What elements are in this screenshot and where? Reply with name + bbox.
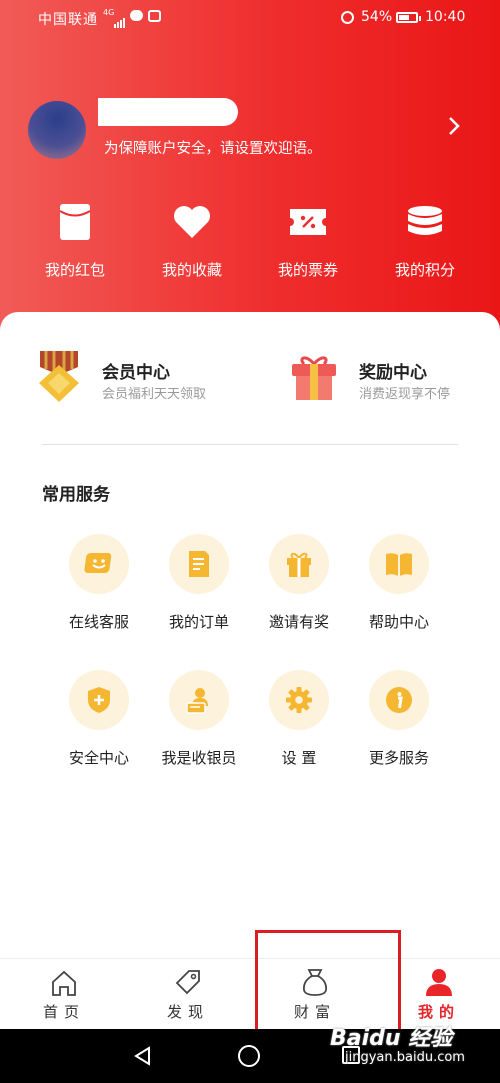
alarm-icon	[341, 11, 354, 24]
service-online-support[interactable]: 在线客服	[49, 534, 149, 632]
back-icon[interactable]	[133, 1046, 153, 1066]
person-icon	[426, 969, 452, 996]
service-label: 安全中心	[68, 749, 129, 767]
tag-icon	[175, 970, 200, 995]
red-envelope-icon	[59, 204, 91, 240]
watermark-url: jingyan.baidu.com	[345, 1050, 465, 1065]
watermark-brand: Baidu 经验	[330, 1026, 453, 1051]
order-icon	[189, 551, 209, 577]
quick-action-red-envelope[interactable]: 我的红包	[20, 200, 130, 280]
service-security-center[interactable]: 安全中心	[49, 670, 149, 768]
carrier-name: 中国联通	[38, 12, 98, 28]
chat-icon	[84, 553, 112, 573]
avatar[interactable]	[28, 101, 86, 159]
reward-center-title: 奖励中心	[359, 363, 427, 383]
battery-icon	[396, 12, 421, 23]
notification-icon	[148, 10, 161, 22]
info-icon	[386, 687, 412, 713]
chevron-right-icon[interactable]	[446, 114, 462, 138]
cashier-icon	[186, 688, 208, 714]
quick-action-points[interactable]: 我的积分	[370, 200, 480, 280]
quick-action-label: 我的红包	[44, 261, 105, 279]
quick-action-label: 我的收藏	[161, 261, 222, 279]
divider	[42, 444, 458, 445]
book-icon	[386, 553, 412, 576]
home-button-icon[interactable]	[238, 1045, 260, 1067]
heart-icon	[174, 206, 210, 238]
gift-box-icon	[292, 356, 336, 400]
services-heading: 常用服务	[42, 485, 110, 505]
signal-icon	[114, 12, 126, 28]
gift-icon	[287, 552, 311, 577]
network-type: 4G	[103, 8, 115, 17]
quick-action-favorites[interactable]: 我的收藏	[137, 200, 247, 280]
service-label: 我的订单	[168, 613, 229, 631]
service-cashier[interactable]: 我是收银员	[149, 670, 249, 768]
quick-action-coupons[interactable]: 我的票券	[253, 200, 363, 280]
coin-stack-icon	[408, 206, 442, 235]
member-center-subtitle: 会员福利天天领取	[102, 387, 207, 402]
profile-header-background	[0, 0, 500, 340]
quick-action-label: 我的积分	[394, 261, 455, 279]
battery-percent: 54%	[361, 9, 393, 25]
tab-mine[interactable]: 我的	[399, 963, 479, 1022]
shield-icon	[88, 687, 110, 713]
service-label: 邀请有奖	[268, 613, 329, 631]
service-label: 在线客服	[68, 613, 129, 631]
service-label: 我是收银员	[161, 749, 237, 767]
status-bar: 中国联通 4G 54% 10:40	[0, 0, 500, 36]
service-label: 帮助中心	[368, 613, 429, 631]
member-center-title: 会员中心	[102, 363, 170, 383]
service-help-center[interactable]: 帮助中心	[349, 534, 449, 632]
medal-icon	[39, 351, 79, 402]
coupon-icon	[290, 209, 326, 235]
gear-icon	[286, 687, 312, 713]
tab-label: 我的	[417, 1003, 460, 1021]
service-settings[interactable]: 设 置	[249, 670, 349, 768]
service-my-orders[interactable]: 我的订单	[149, 534, 249, 632]
username-redacted[interactable]	[98, 98, 238, 126]
tab-label: 首页	[42, 1003, 85, 1021]
greeting-hint[interactable]: 为保障账户安全，请设置欢迎语。	[104, 137, 322, 158]
home-icon	[52, 970, 76, 996]
service-label: 更多服务	[368, 749, 429, 767]
tab-label: 发现	[166, 1003, 209, 1021]
tab-home[interactable]: 首页	[24, 963, 104, 1022]
clock: 10:40	[425, 9, 466, 25]
reward-center-subtitle: 消费返现享不停	[359, 387, 451, 402]
quick-action-label: 我的票券	[277, 261, 338, 279]
service-more[interactable]: 更多服务	[349, 670, 449, 768]
tab-discover[interactable]: 发现	[148, 963, 228, 1022]
service-label: 设 置	[281, 749, 317, 767]
service-invite-reward[interactable]: 邀请有奖	[249, 534, 349, 632]
message-icon	[130, 10, 143, 21]
